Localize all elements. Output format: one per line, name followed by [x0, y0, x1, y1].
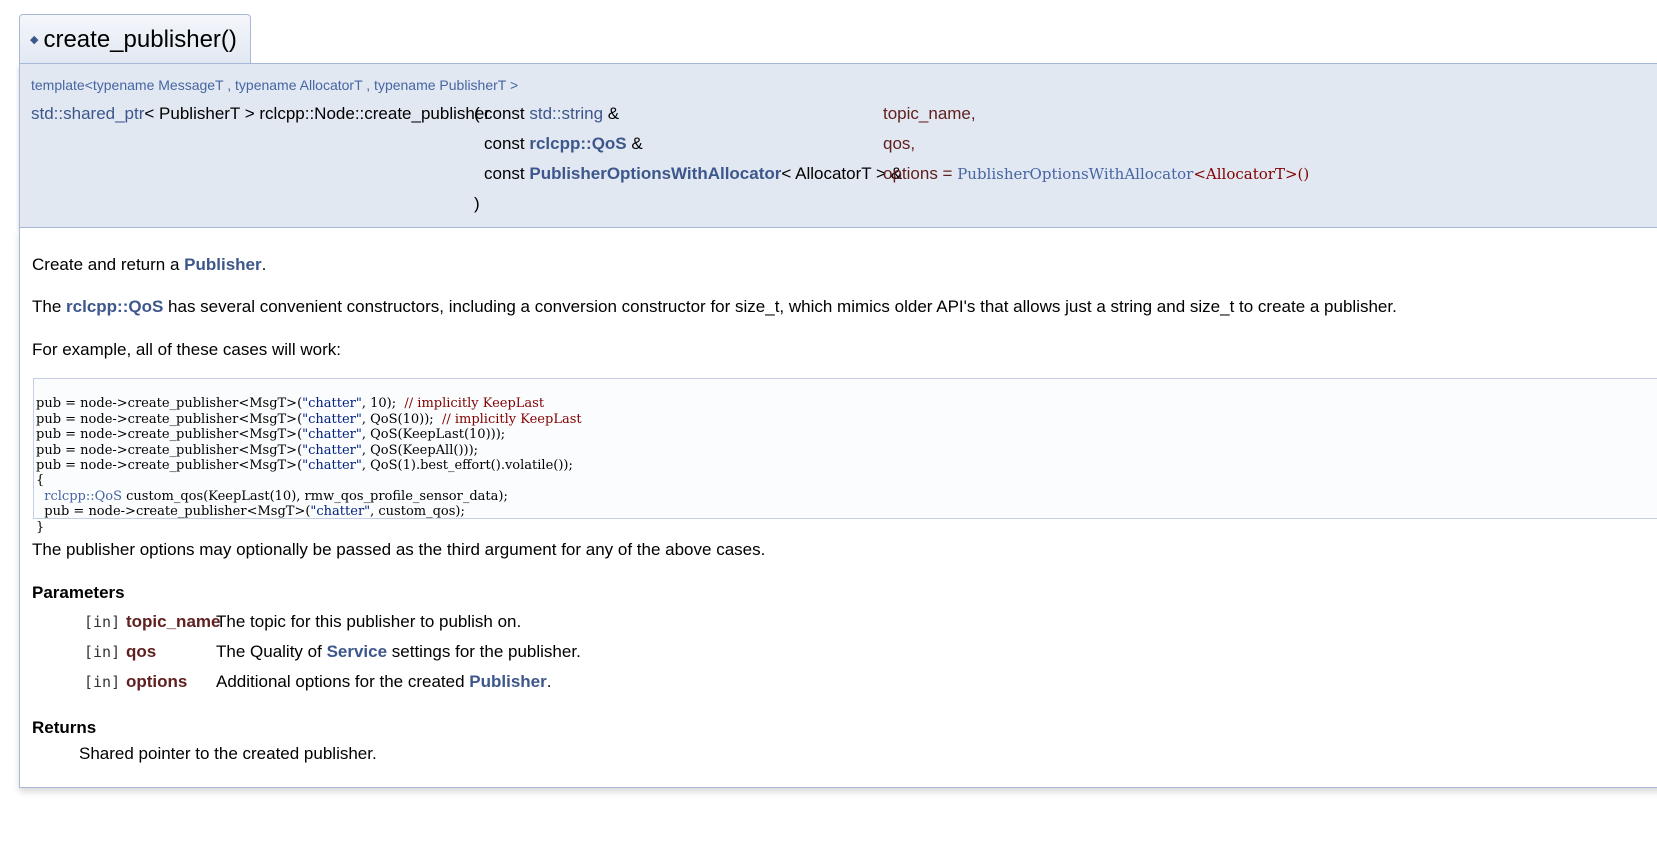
- publisher-options-link[interactable]: PublisherOptionsWithAllocator: [529, 164, 781, 183]
- qos-description: The rclcpp::QoS has several convenient c…: [32, 297, 1397, 317]
- param-direction: [in]: [84, 613, 121, 631]
- shared-ptr-link[interactable]: std::shared_ptr: [31, 104, 144, 123]
- publisher-link[interactable]: Publisher: [184, 255, 261, 274]
- rclcpp-qos-link-body[interactable]: rclcpp::QoS: [66, 297, 163, 316]
- arg-ref: &: [603, 104, 620, 123]
- member-title: create_publisher(): [43, 26, 237, 53]
- qos-code-link[interactable]: rclcpp::QoS: [44, 489, 122, 504]
- param-description: Additional options for the created Publi…: [216, 672, 552, 691]
- code-line: pub = node->create_publisher<MsgT>("chat…: [36, 427, 506, 443]
- brief-text: Create and return a: [32, 255, 185, 274]
- options-note: The publisher options may optionally be …: [32, 540, 766, 559]
- param-row-options: [in] options Additional options for the …: [20, 672, 820, 696]
- anchor-diamond-icon[interactable]: ◆: [30, 34, 38, 46]
- arg-ref: &: [626, 134, 643, 153]
- code-line: pub = node->create_publisher<MsgT>("chat…: [36, 457, 573, 473]
- return-type-suffix: < PublisherT > rclcpp::Node::create_publ…: [144, 104, 490, 123]
- code-line: pub = node->create_publisher<MsgT>("chat…: [36, 396, 545, 412]
- parameters-heading: Parameters: [32, 583, 125, 602]
- param-description: The Quality of Service settings for the …: [216, 642, 581, 661]
- open-paren: (: [474, 104, 480, 123]
- rclcpp-qos-link[interactable]: rclcpp::QoS: [529, 134, 626, 153]
- publisher-link-param[interactable]: Publisher: [469, 672, 546, 691]
- member-prototype: template<typename MessageT , typename Al…: [19, 63, 1657, 228]
- arg-name-topic: topic_name,: [883, 104, 976, 123]
- param-direction: [in]: [84, 673, 121, 691]
- arg-type-2: const rclcpp::QoS &: [484, 134, 643, 154]
- param-row-qos: [in] qos The Quality of Service settings…: [20, 642, 820, 666]
- brief-description: Create and return a Publisher.: [32, 255, 266, 275]
- code-line: pub = node->create_publisher<MsgT>("chat…: [36, 411, 582, 427]
- std-string-link[interactable]: std::string: [529, 104, 603, 123]
- desc-text: has several convenient constructors, inc…: [163, 297, 1397, 316]
- param-description: The topic for this publisher to publish …: [216, 612, 522, 631]
- example-intro: For example, all of these cases will wor…: [32, 340, 341, 359]
- template-declaration: template<typename MessageT , typename Al…: [31, 77, 519, 93]
- code-line: rclcpp::QoS custom_qos(KeepLast(10), rmw…: [44, 488, 508, 504]
- desc-text: The: [32, 297, 67, 316]
- prototype-signature: std::shared_ptr< PublisherT > rclcpp::No…: [31, 104, 490, 124]
- code-line: pub = node->create_publisher<MsgT>("chat…: [36, 504, 465, 520]
- returns-text: Shared pointer to the created publisher.: [79, 744, 377, 763]
- returns-heading: Returns: [32, 718, 97, 737]
- default-value-link[interactable]: PublisherOptionsWithAllocator: [957, 165, 1193, 183]
- param-row-topic-name: [in] topic_name The topic for this publi…: [20, 612, 820, 636]
- member-documentation: Create and return a Publisher. The rclcp…: [19, 228, 1657, 788]
- param-name: qos: [126, 642, 157, 661]
- code-line: }: [36, 519, 45, 535]
- param-name: options: [126, 672, 188, 691]
- arg-name-options: options = PublisherOptionsWithAllocator<…: [883, 164, 1309, 184]
- member-title-tab: ◆ create_publisher(): [19, 14, 251, 64]
- arg-qualifier: const: [484, 104, 530, 123]
- arg-qualifier: const: [484, 134, 530, 153]
- param-direction: [in]: [84, 643, 121, 661]
- service-link[interactable]: Service: [327, 642, 388, 661]
- close-paren: ): [474, 194, 480, 213]
- arg-type-3: const PublisherOptionsWithAllocator< All…: [484, 164, 902, 184]
- default-value-template: <AllocatorT>(): [1193, 165, 1310, 183]
- arg-name-qos: qos,: [883, 134, 916, 153]
- brief-period: .: [261, 255, 267, 274]
- code-line: {: [36, 473, 45, 489]
- arg-qualifier: const: [484, 164, 530, 183]
- default-equals: =: [937, 164, 958, 183]
- param-name: topic_name: [126, 612, 221, 631]
- options-param-name: options: [883, 164, 938, 183]
- arg-type-1: const std::string &: [484, 104, 619, 124]
- code-example: pub = node->create_publisher<MsgT>("chat…: [33, 378, 1657, 535]
- code-line: pub = node->create_publisher<MsgT>("chat…: [36, 442, 479, 458]
